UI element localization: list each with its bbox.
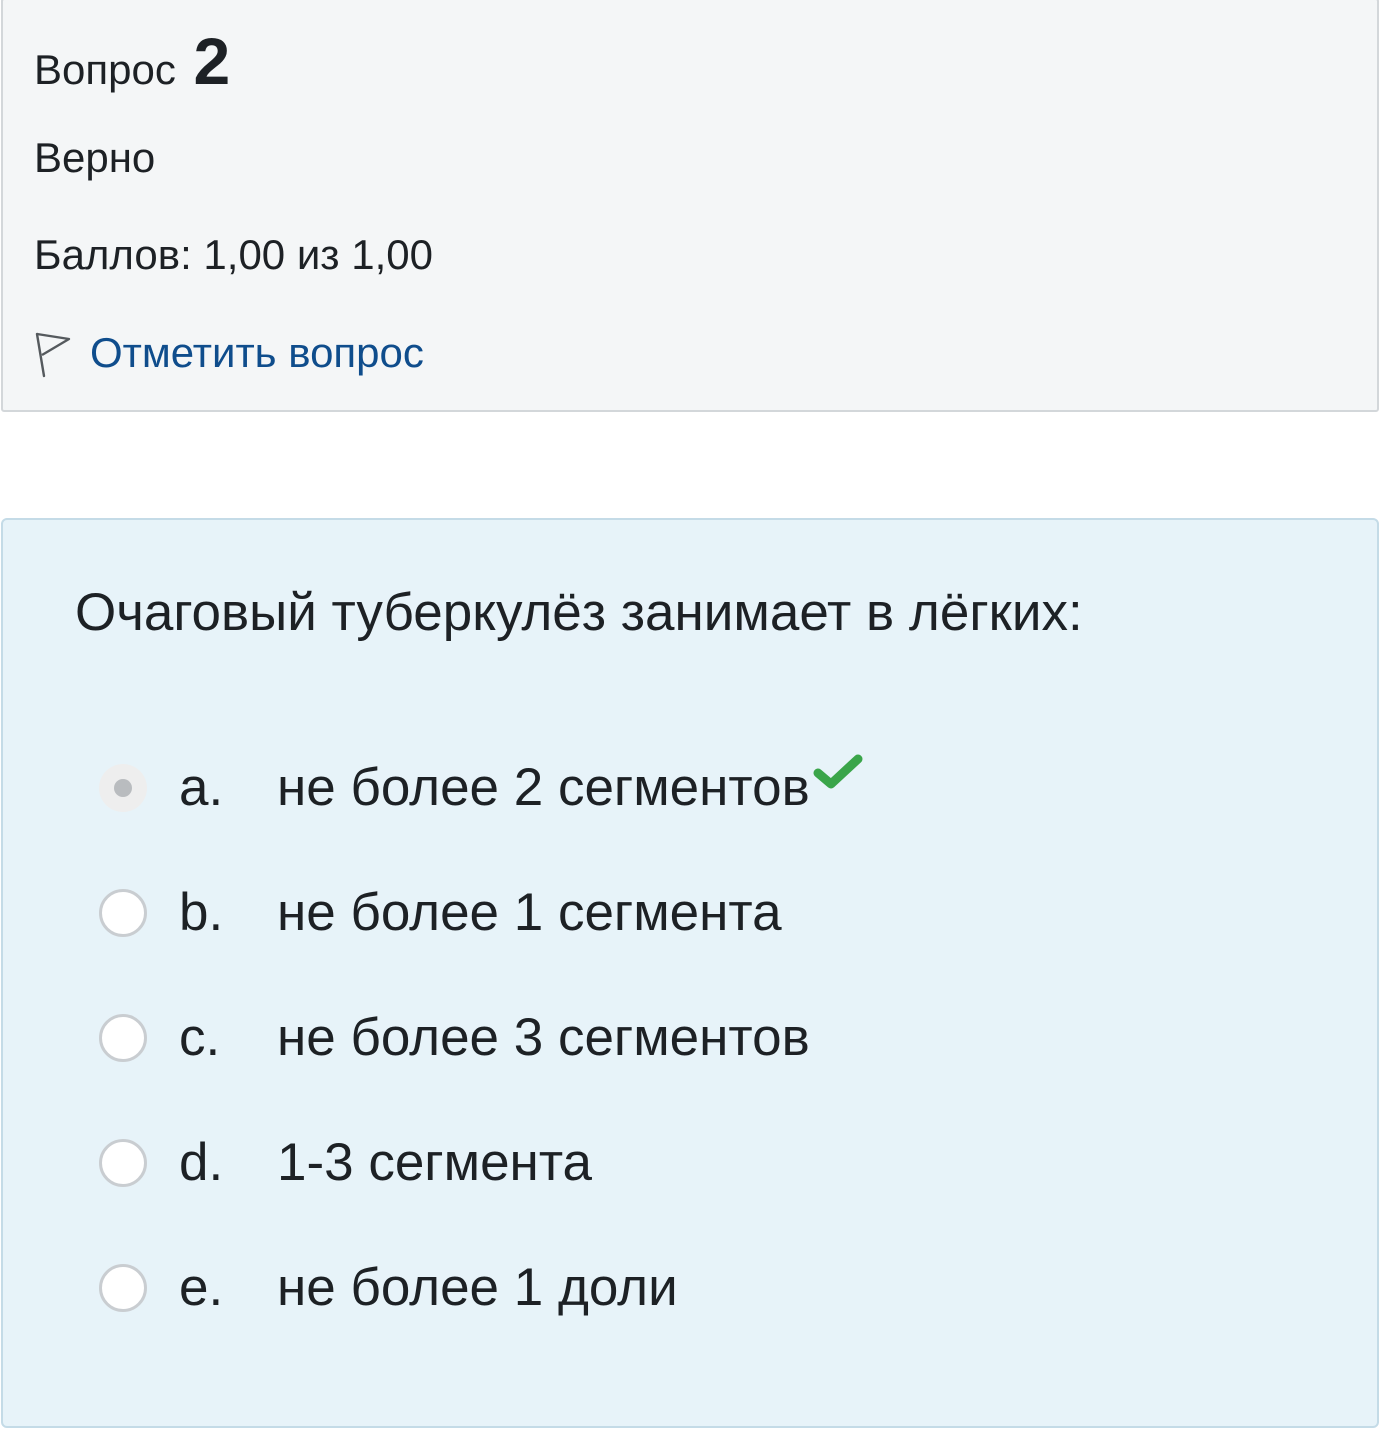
question-grade: Баллов: 1,00 из 1,00 bbox=[34, 231, 433, 278]
question-info-panel: Вопрос 2 Верно Баллов: 1,00 из 1,00 Отме… bbox=[1, 0, 1379, 412]
question-heading: Вопрос 2 bbox=[34, 26, 230, 105]
answer-text: не более 3 сегментов bbox=[277, 1008, 810, 1067]
answer-letter: d. bbox=[179, 1133, 224, 1192]
question-content-panel: Очаговый туберкулёз занимает в лёгких: a… bbox=[1, 518, 1379, 1428]
answer-text: не более 1 доли bbox=[277, 1258, 678, 1317]
answer-label: не более 2 сегментов bbox=[277, 758, 810, 817]
question-label: Вопрос bbox=[34, 46, 176, 93]
answer-radio-e[interactable] bbox=[99, 1264, 147, 1312]
question-state: Верно bbox=[34, 134, 156, 181]
answer-letter: a. bbox=[179, 758, 224, 817]
answer-text: 1-3 сегмента bbox=[277, 1133, 592, 1192]
answer-option-a: a. не более 2 сегментов bbox=[99, 753, 999, 823]
answer-letter: e. bbox=[179, 1258, 224, 1317]
answer-text: не более 2 сегментов bbox=[277, 753, 864, 823]
question-text: Очаговый туберкулёз занимает в лёгких: bbox=[75, 583, 1083, 642]
answer-radio-a[interactable] bbox=[99, 764, 147, 812]
answer-option-c: c. не более 3 сегментов bbox=[99, 1003, 999, 1073]
answer-letter: b. bbox=[179, 883, 224, 942]
checkmark-icon bbox=[812, 741, 864, 789]
answer-radio-d[interactable] bbox=[99, 1139, 147, 1187]
answer-radio-b[interactable] bbox=[99, 889, 147, 937]
answer-option-b: b. не более 1 сегмента bbox=[99, 878, 999, 948]
answer-radio-c[interactable] bbox=[99, 1014, 147, 1062]
flag-outline-icon bbox=[34, 328, 72, 378]
flag-question-label: Отметить вопрос bbox=[90, 329, 424, 376]
answer-option-e: e. не более 1 доли bbox=[99, 1253, 999, 1323]
answer-option-d: d. 1-3 сегмента bbox=[99, 1128, 999, 1198]
flag-question-link[interactable]: Отметить вопрос bbox=[34, 323, 424, 383]
question-number: 2 bbox=[193, 24, 231, 98]
answer-text: не более 1 сегмента bbox=[277, 883, 782, 942]
answer-letter: c. bbox=[179, 1008, 221, 1067]
